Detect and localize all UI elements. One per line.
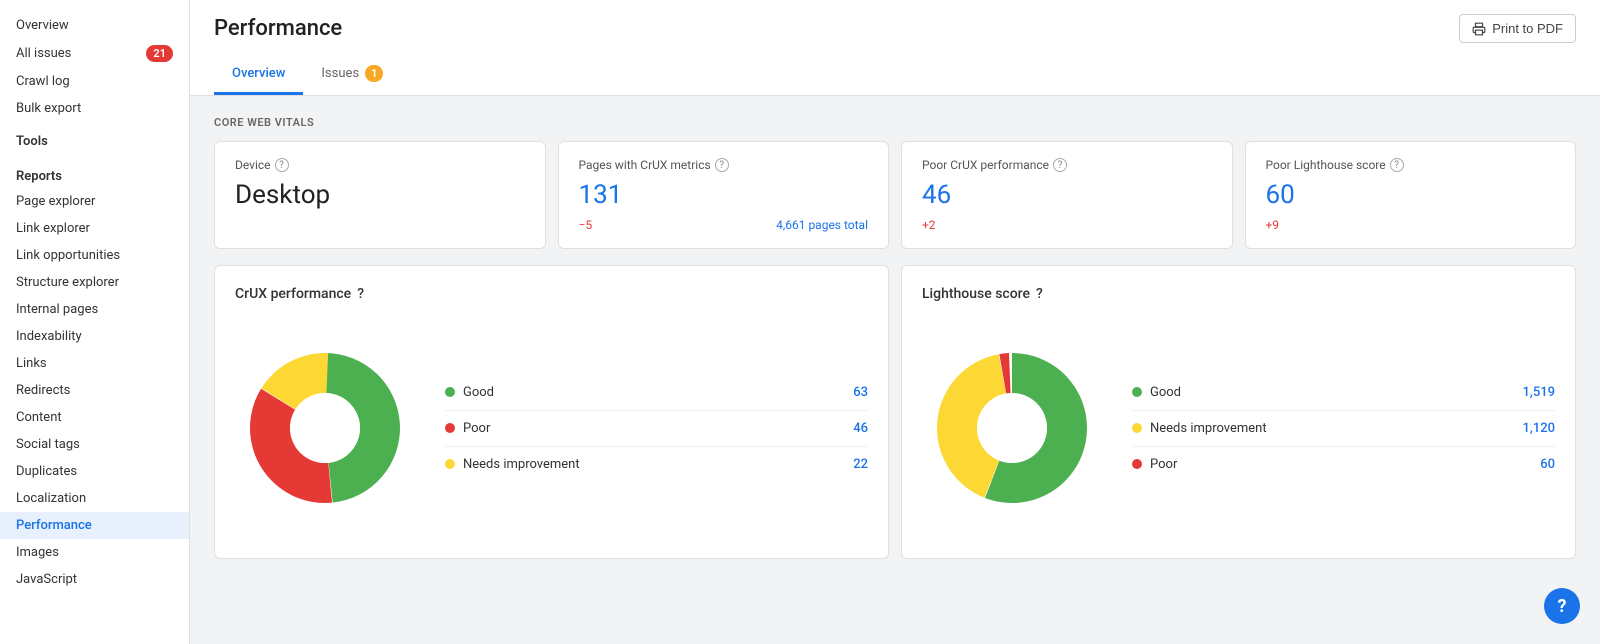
sidebar-item-duplicates[interactable]: Duplicates <box>0 458 189 485</box>
sidebar-item-bulk-export[interactable]: Bulk export <box>0 95 189 122</box>
tab-overview[interactable]: Overview <box>214 55 303 95</box>
sidebar-item-internal-pages[interactable]: Internal pages <box>0 296 189 323</box>
top-nav: OverviewAll issues21Crawl logBulk export <box>0 12 189 122</box>
card-footer-poor-crux: +2 <box>922 218 1212 232</box>
sidebar-item-content[interactable]: Content <box>0 404 189 431</box>
tab-issues[interactable]: Issues1 <box>303 55 401 95</box>
reports-section-title: Reports <box>0 157 189 188</box>
sidebar: OverviewAll issues21Crawl logBulk export… <box>0 0 190 644</box>
sidebar-item-images[interactable]: Images <box>0 539 189 566</box>
content-area: CORE WEB VITALS Device ? Desktop Pages wit… <box>190 96 1600 579</box>
card-change-pages-crux: −5 <box>579 218 593 232</box>
sidebar-item-all-issues[interactable]: All issues21 <box>0 39 189 68</box>
donut-crux-performance <box>235 318 415 538</box>
legend-item: Poor 60 <box>1132 447 1555 482</box>
sidebar-item-link-explorer[interactable]: Link explorer <box>0 215 189 242</box>
info-icon-device[interactable]: ? <box>275 158 289 172</box>
chart-card-crux-performance: CrUX performance ? Good 63 Poor 46 Needs… <box>214 265 889 559</box>
card-label-poor-lighthouse: Poor Lighthouse score ? <box>1266 158 1556 172</box>
card-total-pages-crux: 4,661 pages total <box>776 218 868 232</box>
sidebar-item-crawl-log[interactable]: Crawl log <box>0 68 189 95</box>
legend-item: Good 1,519 <box>1132 375 1555 411</box>
legend-item: Poor 46 <box>445 411 868 447</box>
info-icon-poor-crux[interactable]: ? <box>1053 158 1067 172</box>
sidebar-item-structure-explorer[interactable]: Structure explorer <box>0 269 189 296</box>
page-title: Performance <box>214 16 342 41</box>
legend-item: Needs improvement 1,120 <box>1132 411 1555 447</box>
main-header: Performance Print to PDF OverviewIssues1 <box>190 0 1600 96</box>
legend-lighthouse-score: Good 1,519 Needs improvement 1,120 Poor … <box>1132 375 1555 482</box>
legend-dot <box>1132 423 1142 433</box>
legend-item: Needs improvement 22 <box>445 447 868 482</box>
card-footer-poor-lighthouse: +9 <box>1266 218 1556 232</box>
sidebar-item-overview[interactable]: Overview <box>0 12 189 39</box>
chart-inner-crux-performance: Good 63 Poor 46 Needs improvement 22 <box>235 318 868 538</box>
legend-item: Good 63 <box>445 375 868 411</box>
print-to-pdf-button[interactable]: Print to PDF <box>1459 14 1576 43</box>
main-content: Performance Print to PDF OverviewIssues1… <box>190 0 1600 644</box>
card-change-poor-crux: +2 <box>922 218 936 232</box>
card-value-pages-crux: 131 <box>579 180 869 210</box>
sidebar-item-page-explorer[interactable]: Page explorer <box>0 188 189 215</box>
cards-row: Device ? Desktop Pages with CrUX metrics ?… <box>214 141 1576 249</box>
card-label-device: Device ? <box>235 158 525 172</box>
card-pages-crux: Pages with CrUX metrics ? 131 −5 4,661 page… <box>558 141 890 249</box>
sidebar-item-indexability[interactable]: Indexability <box>0 323 189 350</box>
card-poor-crux: Poor CrUX performance ? 46 +2 <box>901 141 1233 249</box>
chart-card-lighthouse-score: Lighthouse score ? Good 1,519 Needs impr… <box>901 265 1576 559</box>
sidebar-item-link-opportunities[interactable]: Link opportunities <box>0 242 189 269</box>
badge-all-issues: 21 <box>146 45 173 62</box>
card-value-poor-lighthouse: 60 <box>1266 180 1556 210</box>
chart-title-crux-performance: CrUX performance ? <box>235 286 868 302</box>
print-icon <box>1472 22 1486 36</box>
card-device: Device ? Desktop <box>214 141 546 249</box>
chart-title-lighthouse-score: Lighthouse score ? <box>922 286 1555 302</box>
chart-info-icon-crux-performance[interactable]: ? <box>357 286 364 302</box>
card-value-device: Desktop <box>235 180 525 210</box>
sidebar-item-javascript[interactable]: JavaScript <box>0 566 189 593</box>
tools-section-title: Tools <box>0 122 189 153</box>
card-footer-pages-crux: −5 4,661 pages total <box>579 218 869 232</box>
card-label-pages-crux: Pages with CrUX metrics ? <box>579 158 869 172</box>
info-icon-poor-lighthouse[interactable]: ? <box>1390 158 1404 172</box>
charts-row: CrUX performance ? Good 63 Poor 46 Needs… <box>214 265 1576 559</box>
legend-dot <box>445 459 455 469</box>
help-button[interactable]: ? <box>1544 588 1580 624</box>
tabs: OverviewIssues1 <box>214 55 1576 95</box>
sidebar-item-redirects[interactable]: Redirects <box>0 377 189 404</box>
page-title-row: Performance Print to PDF <box>214 14 1576 43</box>
chart-inner-lighthouse-score: Good 1,519 Needs improvement 1,120 Poor … <box>922 318 1555 538</box>
card-poor-lighthouse: Poor Lighthouse score ? 60 +9 <box>1245 141 1577 249</box>
tab-badge-issues: 1 <box>365 65 383 82</box>
card-label-poor-crux: Poor CrUX performance ? <box>922 158 1212 172</box>
info-icon-pages-crux[interactable]: ? <box>715 158 729 172</box>
legend-crux-performance: Good 63 Poor 46 Needs improvement 22 <box>445 375 868 482</box>
donut-lighthouse-score <box>922 318 1102 538</box>
section-label: CORE WEB VITALS <box>214 116 1576 129</box>
donut-svg-lighthouse-score <box>922 318 1102 538</box>
legend-dot <box>1132 387 1142 397</box>
chart-info-icon-lighthouse-score[interactable]: ? <box>1036 286 1043 302</box>
card-change-poor-lighthouse: +9 <box>1266 218 1280 232</box>
legend-dot <box>445 387 455 397</box>
sidebar-item-social-tags[interactable]: Social tags <box>0 431 189 458</box>
sidebar-item-performance[interactable]: Performance <box>0 512 189 539</box>
legend-dot <box>1132 459 1142 469</box>
card-value-poor-crux: 46 <box>922 180 1212 210</box>
sidebar-item-links[interactable]: Links <box>0 350 189 377</box>
legend-dot <box>445 423 455 433</box>
donut-svg-crux-performance <box>235 318 415 538</box>
sidebar-item-localization[interactable]: Localization <box>0 485 189 512</box>
